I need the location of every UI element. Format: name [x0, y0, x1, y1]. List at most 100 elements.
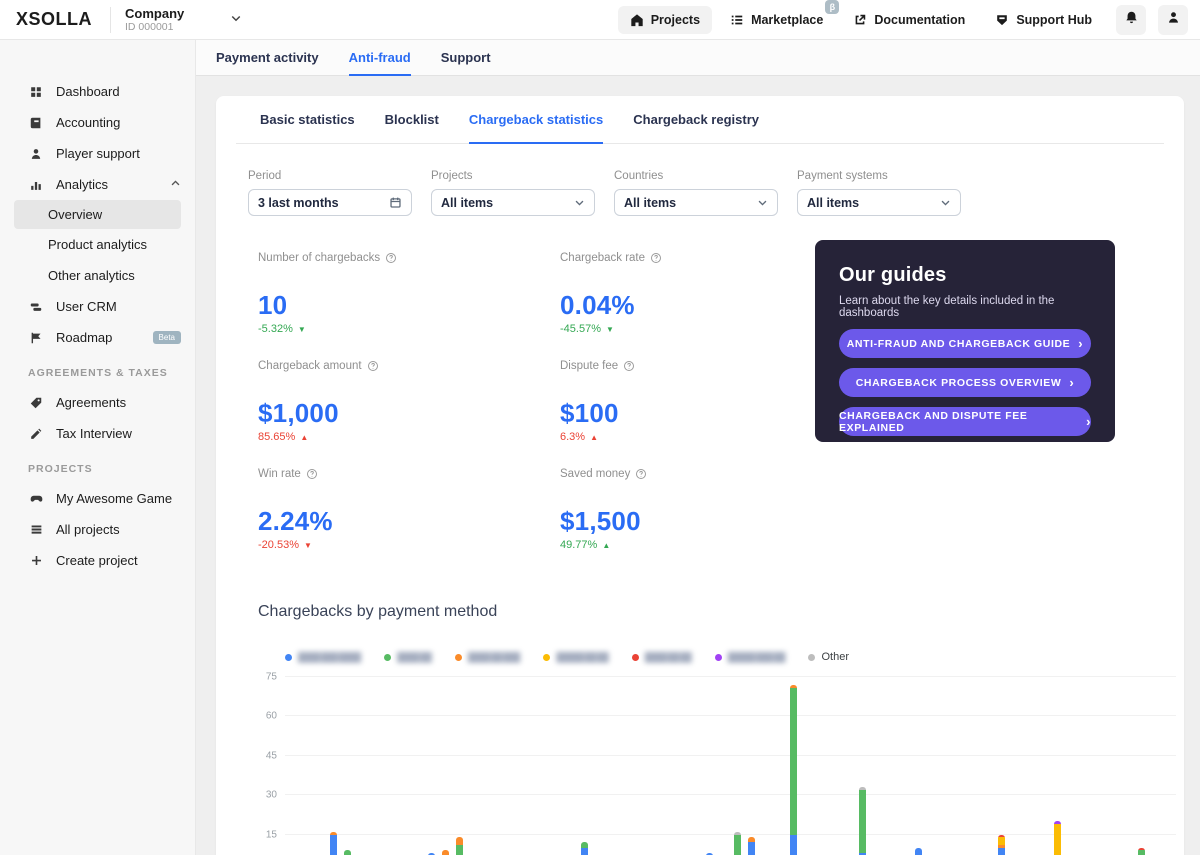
stat-delta: 49.77% ▲	[560, 539, 611, 551]
tag-icon	[28, 395, 44, 411]
subtab-blocklist[interactable]: Blocklist	[385, 96, 439, 144]
chart: 01530456075	[258, 672, 1176, 855]
bar-slot	[1051, 677, 1065, 855]
legend-label: █████ ██ ██	[556, 652, 608, 662]
guides-title: Our guides	[839, 264, 947, 286]
bar-slot	[494, 677, 508, 855]
bar-segment-green	[1137, 850, 1145, 855]
bars-container	[285, 677, 1176, 855]
sidebar-item-player-support[interactable]: Player support	[0, 138, 195, 169]
bar-slot	[299, 677, 313, 855]
question-circle-icon[interactable]	[306, 468, 318, 480]
bar-segment-orange	[455, 837, 463, 846]
tab-payment-activity[interactable]: Payment activity	[216, 40, 319, 76]
sidebar-item-overview[interactable]: Overview	[14, 200, 181, 229]
bar-segment-blue	[330, 834, 338, 855]
bar-slot	[647, 677, 661, 855]
tab-anti-fraud[interactable]: Anti-fraud	[348, 40, 411, 76]
filter-period: Period 3 last months	[248, 170, 412, 216]
question-circle-icon[interactable]	[367, 360, 379, 372]
bar-segment-orange	[441, 850, 449, 855]
period-input[interactable]: 3 last months	[248, 189, 412, 216]
stacked-bar	[441, 850, 449, 855]
bar-slot	[424, 677, 438, 855]
stat-value: 2.24%	[258, 506, 333, 536]
subtab-basic-statistics[interactable]: Basic statistics	[260, 96, 355, 144]
bar-slot	[313, 677, 327, 855]
guide-button-process-overview[interactable]: CHARGEBACK PROCESS OVERVIEW ›	[839, 368, 1091, 397]
sidebar-item-tax-interview[interactable]: Tax Interview	[0, 418, 195, 449]
tab-support[interactable]: Support	[441, 40, 491, 76]
countries-select[interactable]: All items	[614, 189, 778, 216]
sidebar-item-other-analytics[interactable]: Other analytics	[0, 260, 195, 291]
sidebar-item-user-crm[interactable]: User CRM	[0, 291, 195, 322]
bar-slot	[480, 677, 494, 855]
stacked-bar	[914, 847, 922, 855]
sidebar-item-analytics[interactable]: Analytics	[0, 169, 195, 200]
subtab-chargeback-statistics[interactable]: Chargeback statistics	[468, 96, 604, 144]
legend-label: ████ ██	[397, 652, 432, 662]
legend-label: ████ ██ ██	[644, 652, 692, 662]
bar-slot	[925, 677, 939, 855]
pencil-icon	[28, 426, 44, 442]
bar-segment-green	[455, 845, 463, 855]
bar-slot	[814, 677, 828, 855]
chart-legend: ████ ███ ████ ████ ██ ████ ██ ███ █████ ██ …	[216, 621, 1184, 663]
chevron-up-icon	[170, 177, 181, 192]
bar-slot	[1162, 677, 1176, 855]
legend-dot	[454, 653, 462, 661]
nav-marketplace-button[interactable]: Marketplace β	[718, 0, 840, 34]
bar-slot	[522, 677, 536, 855]
sidebar-item-all-projects[interactable]: All projects	[0, 514, 195, 545]
stat-value: $1,500	[560, 506, 641, 536]
question-circle-icon[interactable]	[385, 252, 397, 264]
filter-payment-systems: Payment systems All items	[797, 170, 961, 216]
stacked-bar	[1137, 847, 1145, 855]
main-tabs: Payment activity Anti-fraud Support	[196, 40, 1200, 76]
flag-icon	[28, 330, 44, 346]
notifications-button[interactable]	[1116, 4, 1146, 35]
bar-slot	[661, 677, 675, 855]
sidebar-section-agreements-taxes: AGREEMENTS & TAXES	[28, 367, 168, 379]
person-icon	[28, 146, 44, 162]
question-circle-icon[interactable]	[650, 252, 662, 264]
chevron-down-icon	[574, 197, 585, 208]
bar-slot	[355, 677, 369, 855]
question-circle-icon[interactable]	[623, 360, 635, 372]
bar-slot	[410, 677, 424, 855]
sidebar-item-product-analytics[interactable]: Product analytics	[0, 229, 195, 260]
sidebar-item-create-project[interactable]: Create project	[0, 545, 195, 576]
nav-documentation-button[interactable]: Documentation	[841, 6, 977, 34]
bar-slot	[1148, 677, 1162, 855]
sidebar-item-my-awesome-game[interactable]: My Awesome Game	[0, 483, 195, 514]
nav-support-hub-button[interactable]: Support Hub	[983, 6, 1104, 34]
bar-segment-green	[344, 850, 352, 855]
gamepad-icon	[28, 491, 44, 507]
filters-row: Period 3 last months Projects All items …	[216, 144, 1184, 216]
account-button[interactable]	[1158, 4, 1188, 35]
sidebar-item-roadmap[interactable]: Roadmap Beta	[0, 322, 195, 353]
chart-title: Chargebacks by payment method	[258, 603, 498, 620]
stat-label: Number of chargebacks	[258, 252, 560, 264]
sidebar-item-accounting[interactable]: Accounting	[0, 107, 195, 138]
external-link-icon	[853, 13, 867, 27]
company-name: Company	[125, 5, 185, 21]
bar-slot	[884, 677, 898, 855]
content-card: Basic statistics Blocklist Chargeback st…	[216, 96, 1184, 855]
beta-badge: Beta	[152, 331, 181, 344]
bar-slot	[786, 677, 800, 855]
question-circle-icon[interactable]	[635, 468, 647, 480]
company-selector[interactable]: Company ID 000001	[111, 5, 242, 33]
legend-label: ████ ███ ████	[298, 652, 361, 662]
nav-projects-button[interactable]: Projects	[617, 5, 713, 34]
sidebar-item-dashboard[interactable]: Dashboard	[0, 76, 195, 107]
bar-slot	[577, 677, 591, 855]
subtab-chargeback-registry[interactable]: Chargeback registry	[633, 96, 759, 144]
guide-button-dispute-fee[interactable]: CHARGEBACK AND DISPUTE FEE EXPLAINED ›	[839, 407, 1091, 436]
guide-button-anti-fraud[interactable]: ANTI-FRAUD AND CHARGEBACK GUIDE ›	[839, 329, 1091, 358]
projects-select[interactable]: All items	[431, 189, 595, 216]
sidebar-item-agreements[interactable]: Agreements	[0, 387, 195, 418]
xsolla-logo[interactable]: XSOLLA	[0, 9, 110, 30]
payment-systems-select[interactable]: All items	[797, 189, 961, 216]
bar-segment-green	[789, 687, 797, 835]
